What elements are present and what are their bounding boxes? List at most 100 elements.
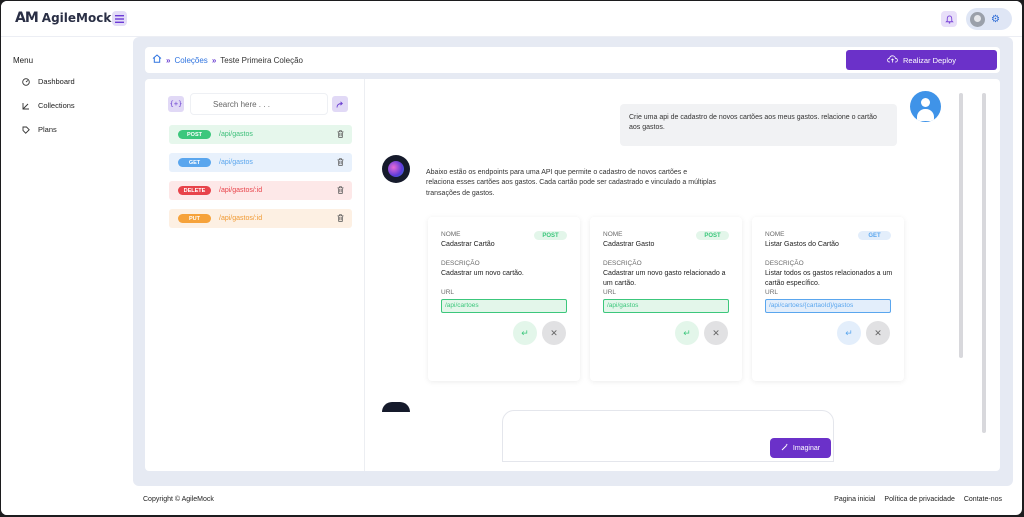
url-field[interactable]: /api/gastos <box>603 299 729 313</box>
top-bar: AM AgileMock ⚙ <box>1 1 1022 37</box>
bot-avatar <box>382 402 410 412</box>
close-icon: ✕ <box>712 327 720 338</box>
sidebar-item-label: Plans <box>38 125 57 134</box>
sidebar-item-dashboard[interactable]: Dashboard <box>21 77 75 86</box>
imagine-button[interactable]: Imaginar <box>770 438 831 458</box>
method-badge: DELETE <box>178 186 211 195</box>
add-endpoint-icon[interactable]: {+} <box>168 96 184 112</box>
method-badge: POST <box>696 231 729 240</box>
footer-link-home[interactable]: Pagina inicial <box>834 496 875 503</box>
imagine-button-label: Imaginar <box>792 444 821 452</box>
endpoint-path: /api/gastos <box>219 159 253 166</box>
sidebar: Menu Dashboard Collections Plans <box>1 37 132 515</box>
endpoint-card: NOME POST Cadastrar Gasto DESCRIÇÃO Cada… <box>590 217 742 381</box>
breadcrumb-collections-link[interactable]: Coleções <box>174 56 207 65</box>
deploy-button-label: Realizar Deploy <box>903 55 956 65</box>
card-url-label: URL <box>765 289 779 296</box>
trash-icon[interactable] <box>337 214 344 224</box>
endpoint-card: NOME POST Cadastrar Cartão DESCRIÇÃO Cad… <box>428 217 580 381</box>
card-name: Listar Gastos do Cartão <box>765 241 839 248</box>
card-name: Cadastrar Cartão <box>441 241 495 248</box>
card-description: Cadastrar um novo gasto relacionado a um… <box>603 270 726 287</box>
enter-icon: ↵ <box>521 327 529 338</box>
gear-icon[interactable]: ⚙ <box>991 14 1000 25</box>
card-description: Listar todos os gastos relacionados a um… <box>765 270 893 287</box>
brain-icon <box>388 161 404 177</box>
sidebar-item-collections[interactable]: Collections <box>21 101 75 110</box>
app-name: AgileMock <box>41 11 112 25</box>
method-badge: POST <box>534 231 567 240</box>
chevron-right-icon: » <box>166 55 171 65</box>
method-badge: PUT <box>178 214 211 223</box>
endpoint-item[interactable]: DELETE /api/gastos/:id <box>169 181 352 200</box>
menu-icon[interactable] <box>112 11 127 26</box>
url-field[interactable]: /api/cartoes/{cartaoId}/gastos <box>765 299 891 313</box>
home-icon[interactable] <box>152 54 162 66</box>
accept-endpoint-button[interactable]: ↵ <box>675 321 699 345</box>
enter-icon: ↵ <box>683 327 691 338</box>
sidebar-title: Menu <box>13 56 34 65</box>
trash-icon[interactable] <box>337 158 344 168</box>
url-field[interactable]: /api/cartoes <box>441 299 567 313</box>
card-url-label: URL <box>603 289 617 296</box>
trash-icon[interactable] <box>337 186 344 196</box>
chat-scrollbar[interactable] <box>982 93 986 433</box>
endpoint-item[interactable]: GET /api/gastos <box>169 153 352 172</box>
card-name-label: NOME <box>441 231 461 238</box>
card-name: Cadastrar Gasto <box>603 241 655 248</box>
reject-endpoint-button[interactable]: ✕ <box>866 321 890 345</box>
user-menu[interactable]: ⚙ <box>966 8 1012 30</box>
accept-endpoint-button[interactable]: ↵ <box>837 321 861 345</box>
main-content: » Coleções » Teste Primeira Coleção Real… <box>133 37 1013 486</box>
close-icon: ✕ <box>874 327 882 338</box>
user-avatar <box>910 91 941 122</box>
app-window: AM AgileMock ⚙ Menu Dashboard Collection… <box>1 1 1022 515</box>
endpoint-item[interactable]: PUT /api/gastos/:id <box>169 209 352 228</box>
footer-link-contact[interactable]: Contate-nos <box>964 496 1002 503</box>
footer-links: Pagina inicial Política de privacidade C… <box>834 496 1002 503</box>
trash-icon[interactable] <box>337 130 344 140</box>
enter-icon: ↵ <box>845 327 853 338</box>
sidebar-item-label: Collections <box>38 101 75 110</box>
reject-endpoint-button[interactable]: ✕ <box>704 321 728 345</box>
chat-area: Crie uma api de cadastro de novos cartõe… <box>366 79 1000 471</box>
endpoint-list: {+} Search here . . . POST /api/gastos G… <box>145 79 365 471</box>
card-url-label: URL <box>441 289 455 296</box>
reject-endpoint-button[interactable]: ✕ <box>542 321 566 345</box>
endpoint-search-bar: {+} Search here . . . <box>168 93 350 115</box>
magic-wand-icon <box>781 443 789 453</box>
card-description-label: DESCRIÇÃO <box>441 260 480 267</box>
card-name-label: NOME <box>603 231 623 238</box>
sidebar-item-label: Dashboard <box>38 77 75 86</box>
bell-icon[interactable] <box>941 11 957 27</box>
card-description-label: DESCRIÇÃO <box>603 260 642 267</box>
endpoint-card: NOME GET Listar Gastos do Cartão DESCRIÇ… <box>752 217 904 381</box>
endpoint-path: /api/gastos/:id <box>219 187 263 194</box>
method-badge: GET <box>178 158 211 167</box>
card-name-label: NOME <box>765 231 785 238</box>
collections-icon <box>21 101 30 110</box>
collection-panel: {+} Search here . . . POST /api/gastos G… <box>145 79 1000 471</box>
share-icon[interactable] <box>332 96 348 112</box>
logo-mark: AM <box>15 10 39 26</box>
deploy-button[interactable]: Realizar Deploy <box>846 50 997 70</box>
tag-icon <box>21 125 30 134</box>
accept-endpoint-button[interactable]: ↵ <box>513 321 537 345</box>
endpoint-item[interactable]: POST /api/gastos <box>169 125 352 144</box>
breadcrumb: » Coleções » Teste Primeira Coleção Real… <box>145 47 1000 73</box>
copyright: Copyright © AgileMock <box>143 496 214 503</box>
search-input[interactable]: Search here . . . <box>190 93 328 115</box>
method-badge: POST <box>178 130 211 139</box>
cards-scrollbar[interactable] <box>959 93 963 358</box>
bot-message: Abaixo estão os endpoints para uma API q… <box>426 169 716 197</box>
endpoint-path: /api/gastos/:id <box>219 215 263 222</box>
cloud-upload-icon <box>887 55 898 65</box>
avatar <box>970 11 985 27</box>
breadcrumb-current: Teste Primeira Coleção <box>220 55 303 65</box>
dashboard-icon <box>21 77 30 86</box>
footer-link-privacy[interactable]: Política de privacidade <box>884 496 954 503</box>
sidebar-item-plans[interactable]: Plans <box>21 125 57 134</box>
endpoint-path: /api/gastos <box>219 131 253 138</box>
app-logo[interactable]: AM AgileMock <box>15 10 111 26</box>
chevron-right-icon: » <box>211 55 217 65</box>
